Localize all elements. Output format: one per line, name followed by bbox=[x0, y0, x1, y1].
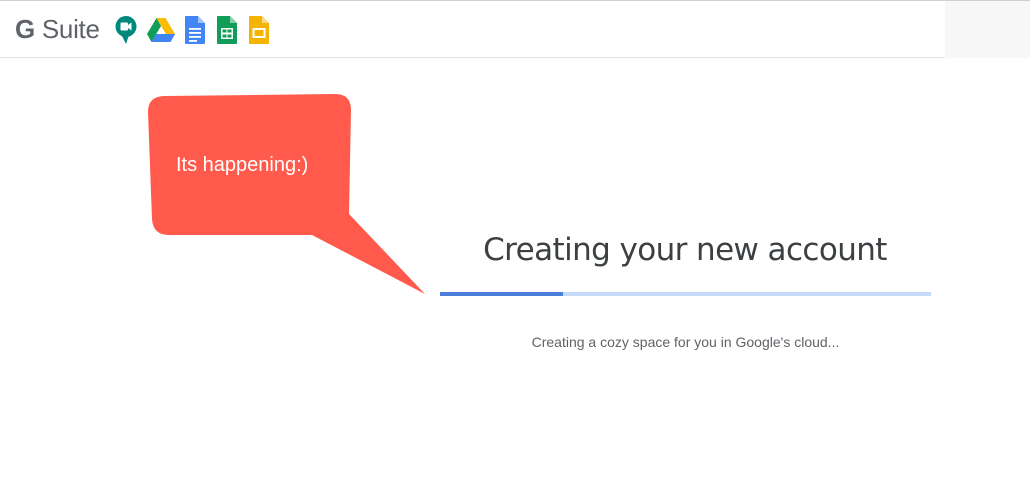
speech-bubble-text: Its happening:) bbox=[176, 154, 309, 176]
docs-icon[interactable] bbox=[184, 15, 206, 45]
status-message: Creating a cozy space for you in Google'… bbox=[531, 334, 840, 350]
sheets-icon[interactable] bbox=[216, 15, 238, 45]
speech-bubble bbox=[148, 94, 425, 294]
gsuite-logo: G Suite bbox=[15, 14, 100, 44]
gsuite-logo-g: G bbox=[15, 14, 35, 44]
meet-icon[interactable] bbox=[114, 15, 138, 45]
gsuite-logo-suite: Suite bbox=[34, 14, 100, 44]
account-creation-page: G Suite Its happening:) Creating your ne… bbox=[0, 0, 1030, 496]
progress-bar-fill bbox=[440, 292, 563, 296]
slides-icon[interactable] bbox=[248, 15, 270, 45]
progress-bar bbox=[440, 292, 931, 296]
top-bar: G Suite bbox=[0, 0, 1030, 58]
page-title: Creating your new account bbox=[483, 232, 887, 268]
header-right-area bbox=[945, 1, 1030, 58]
drive-icon[interactable] bbox=[146, 15, 176, 45]
